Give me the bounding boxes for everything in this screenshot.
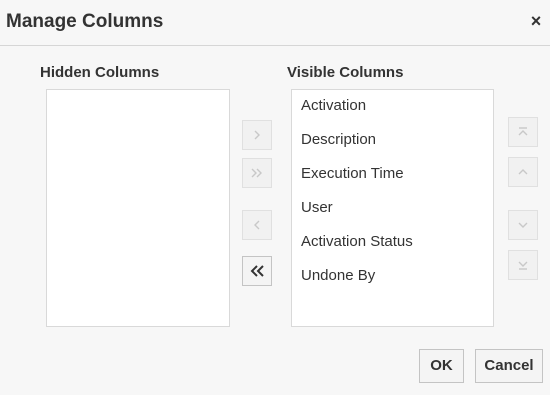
move-up-button[interactable]: [508, 157, 538, 187]
hidden-columns-header: Hidden Columns: [40, 64, 160, 81]
move-to-bottom-button[interactable]: [508, 250, 538, 280]
hidden-columns-list[interactable]: [46, 89, 230, 327]
chevron-right-icon: [252, 129, 262, 141]
move-all-right-button[interactable]: [242, 158, 272, 188]
move-up-icon: [517, 166, 529, 178]
visible-columns-list[interactable]: Activation Description Execution Time Us…: [291, 89, 494, 327]
move-selected-right-button[interactable]: [242, 120, 272, 150]
cancel-button[interactable]: Cancel: [475, 349, 543, 383]
move-down-icon: [517, 219, 529, 231]
close-button[interactable]: ×: [528, 10, 544, 32]
list-item[interactable]: Undone By: [292, 262, 493, 296]
close-icon: ×: [530, 11, 542, 31]
list-item[interactable]: User: [292, 194, 493, 228]
move-selected-left-button[interactable]: [242, 210, 272, 240]
ok-button[interactable]: OK: [419, 349, 464, 383]
move-bottom-icon: [517, 259, 529, 271]
list-item[interactable]: Description: [292, 126, 493, 160]
double-chevron-right-icon: [250, 167, 264, 179]
move-all-left-button[interactable]: [242, 256, 272, 286]
dialog-title: Manage Columns: [6, 11, 164, 32]
manage-columns-dialog: Manage Columns × Hidden Columns Visible …: [0, 0, 550, 395]
move-top-icon: [517, 126, 529, 138]
move-down-button[interactable]: [508, 210, 538, 240]
list-item[interactable]: Execution Time: [292, 160, 493, 194]
move-to-top-button[interactable]: [508, 117, 538, 147]
list-item[interactable]: Activation: [292, 92, 493, 126]
list-item[interactable]: Activation Status: [292, 228, 493, 262]
visible-columns-header: Visible Columns: [287, 64, 404, 81]
dialog-title-bar: Manage Columns ×: [0, 0, 550, 46]
double-chevron-left-icon: [249, 264, 265, 278]
chevron-left-icon: [252, 219, 262, 231]
